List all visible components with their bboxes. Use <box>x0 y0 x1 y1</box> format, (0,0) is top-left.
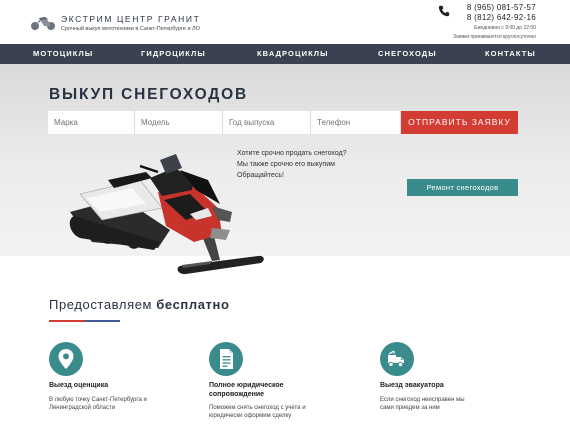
service-title: Выезд эвакуатора <box>380 382 444 389</box>
nav-item-motorcycles[interactable]: Мотоциклы <box>33 44 93 64</box>
nav-item-jetskis[interactable]: Гидроциклы <box>141 44 206 64</box>
brand-title[interactable]: Экстрим центр Гранит <box>61 14 200 24</box>
main-nav: Мотоциклы Гидроциклы Квадроциклы Снегохо… <box>0 44 570 64</box>
model-field[interactable] <box>135 111 223 134</box>
service-description: сами приедем за ним <box>380 405 440 411</box>
service-title: сопровождение <box>209 391 265 398</box>
working-hours: Ежедневно с 9:00 до 22:00 <box>473 25 536 31</box>
underline-red <box>49 320 85 322</box>
phone-number-2[interactable]: 8 (812) 642-92-16 <box>467 13 536 22</box>
service-description: Поможем снять снегоход с учета и <box>209 405 306 411</box>
working-hours-note: Заявки принимаются круглосуточно <box>453 34 536 40</box>
location-pin-icon <box>49 342 83 376</box>
services-heading-bold: бесплатно <box>156 297 230 312</box>
nav-item-contacts[interactable]: Контакты <box>485 44 536 64</box>
snowmobile-image <box>69 154 264 275</box>
service-description: Если снегоход неисправен мы <box>380 397 465 403</box>
buyout-form <box>48 111 400 134</box>
repair-snowmobiles-button[interactable]: Ремонт снегоходов <box>407 179 518 196</box>
brand-field[interactable] <box>48 111 135 134</box>
page-title: Выкуп снегоходов <box>49 86 248 103</box>
phone-icon <box>438 5 450 17</box>
service-description: Ленинградской области <box>49 405 116 411</box>
nav-item-snowmobiles[interactable]: Снегоходы <box>378 44 437 64</box>
brand-subtitle: Срочный выкуп мототехники в Санкт-Петерб… <box>61 26 200 32</box>
service-description: В любую точку Санкт-Петербурга и <box>49 397 147 403</box>
service-description: юридически оформим сделку <box>209 413 292 419</box>
nav-item-quads[interactable]: Квадроциклы <box>257 44 329 64</box>
submit-request-button[interactable]: Отправить заявку <box>401 111 518 134</box>
year-field[interactable] <box>223 111 311 134</box>
heading-underline <box>49 320 120 322</box>
services-heading: Предоставляем бесплатно <box>49 297 230 312</box>
service-title: Полное юридическое <box>209 382 284 389</box>
motorcycle-icon[interactable] <box>30 13 56 31</box>
document-icon <box>209 342 243 376</box>
phone-field[interactable] <box>311 111 400 134</box>
services-heading-light: Предоставляем <box>49 297 157 312</box>
underline-blue <box>84 320 120 322</box>
tow-truck-icon <box>380 342 414 376</box>
service-title: Выезд оценщика <box>49 382 109 389</box>
site-header: Экстрим центр Гранит Срочный выкуп мотот… <box>0 0 570 44</box>
phone-number-1[interactable]: 8 (965) 081-57-57 <box>467 3 536 12</box>
